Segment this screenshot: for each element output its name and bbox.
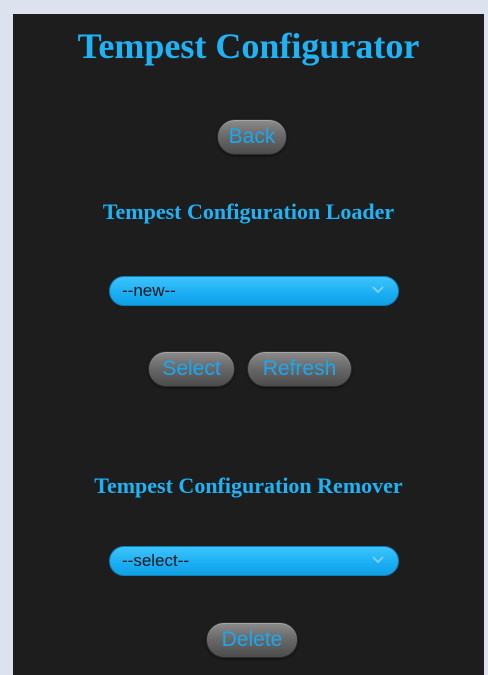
loader-config-select[interactable]: --new-- bbox=[109, 276, 399, 306]
remover-select-value: --select-- bbox=[122, 551, 190, 570]
delete-button[interactable]: Delete bbox=[206, 622, 298, 658]
loader-select-value: --new-- bbox=[122, 281, 176, 300]
remover-config-select[interactable]: --select-- bbox=[109, 546, 399, 576]
loader-heading: Tempest Configuration Loader bbox=[102, 199, 395, 224]
select-button[interactable]: Select bbox=[148, 351, 235, 387]
chevron-down-icon bbox=[372, 286, 384, 294]
remover-heading: Tempest Configuration Remover bbox=[94, 473, 403, 498]
page-title: Tempest Configurator bbox=[77, 26, 420, 66]
configurator-panel: Tempest Configurator Back Tempest Config… bbox=[13, 14, 484, 675]
back-button[interactable]: Back bbox=[217, 119, 287, 155]
refresh-button[interactable]: Refresh bbox=[247, 351, 352, 387]
chevron-down-icon bbox=[372, 556, 384, 564]
